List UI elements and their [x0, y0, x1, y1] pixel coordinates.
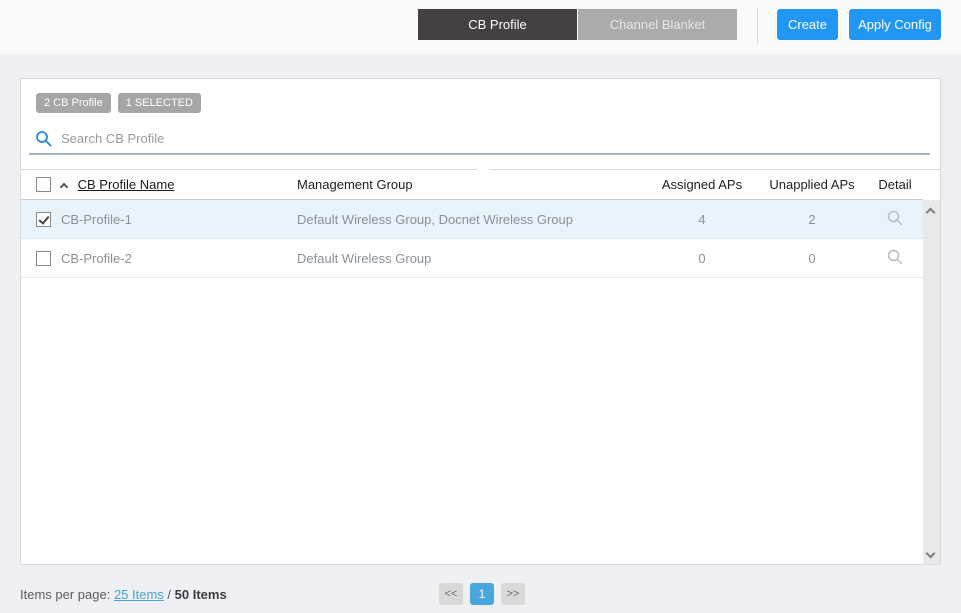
table-scrollbar[interactable] — [923, 200, 940, 564]
cb-profile-page: { "topbar": { "tabs": [ { "label": "CB P… — [0, 0, 961, 613]
create-button[interactable]: Create — [777, 9, 838, 40]
search-input[interactable] — [61, 130, 924, 146]
pagination: << 1 >> — [439, 583, 525, 605]
row-checkbox[interactable] — [36, 211, 51, 227]
pagination-first-button[interactable]: << — [439, 583, 463, 605]
search-underline — [29, 153, 930, 155]
select-all-checkbox[interactable] — [36, 177, 51, 192]
detail-search-icon[interactable] — [887, 249, 903, 265]
cell-unapplied-aps: 2 — [808, 211, 816, 227]
scroll-up-icon[interactable] — [925, 206, 936, 218]
total-items-label: 50 Items — [174, 587, 227, 602]
search-bar — [35, 125, 924, 151]
total-count-badge: 2 CB Profile — [36, 93, 111, 113]
column-header-detail: Detail — [878, 177, 912, 192]
cell-management-group: Default Wireless Group — [297, 250, 432, 266]
sort-ascending-icon — [59, 182, 69, 192]
topbar-divider — [757, 8, 758, 45]
pagination-page-1-button[interactable]: 1 — [470, 583, 494, 605]
column-header-management-group: Management Group — [297, 177, 413, 192]
tab-channel-blanket[interactable]: Channel Blanket — [578, 9, 737, 40]
items-separator: / — [163, 587, 175, 602]
cell-unapplied-aps: 0 — [808, 250, 816, 266]
scroll-down-icon[interactable] — [925, 548, 936, 559]
cell-assigned-aps: 0 — [698, 250, 706, 266]
page-size-link[interactable]: 25 Items — [114, 587, 164, 602]
cell-assigned-aps: 4 — [698, 211, 706, 227]
table-header-row: CB Profile Name Management Group Assigne… — [21, 170, 923, 200]
row-checkbox[interactable] — [36, 250, 51, 266]
items-per-page-label: Items per page: — [20, 587, 111, 602]
cell-management-group: Default Wireless Group, Docnet Wireless … — [297, 211, 573, 227]
selected-count-badge: 1 SELECTED — [117, 93, 201, 113]
cell-profile-name: CB-Profile-2 — [61, 250, 132, 266]
topbar: CB Profile Channel Blanket Create Apply … — [0, 0, 961, 54]
apply-config-button[interactable]: Apply Config — [849, 9, 941, 40]
column-header-unapplied-aps: Unapplied APs — [769, 177, 855, 192]
cb-profile-panel: 2 CB Profile 1 SELECTED CB Profile Name … — [20, 78, 941, 565]
column-header-cb-profile-name[interactable]: CB Profile Name — [78, 177, 175, 192]
column-header-assigned-aps: Assigned APs — [661, 177, 743, 192]
table-row[interactable]: CB-Profile-2 Default Wireless Group 0 0 — [21, 239, 923, 278]
search-icon — [36, 130, 52, 146]
count-badges: 2 CB Profile 1 SELECTED — [36, 93, 201, 113]
pagination-last-button[interactable]: >> — [501, 583, 525, 605]
table-row[interactable]: CB-Profile-1 Default Wireless Group, Doc… — [21, 200, 923, 239]
items-per-page: Items per page: 25 Items / 50 Items — [20, 587, 227, 602]
view-tabs: CB Profile Channel Blanket — [418, 9, 737, 40]
cell-profile-name: CB-Profile-1 — [61, 211, 132, 227]
tab-cb-profile[interactable]: CB Profile — [418, 9, 577, 40]
detail-search-icon[interactable] — [887, 210, 903, 226]
